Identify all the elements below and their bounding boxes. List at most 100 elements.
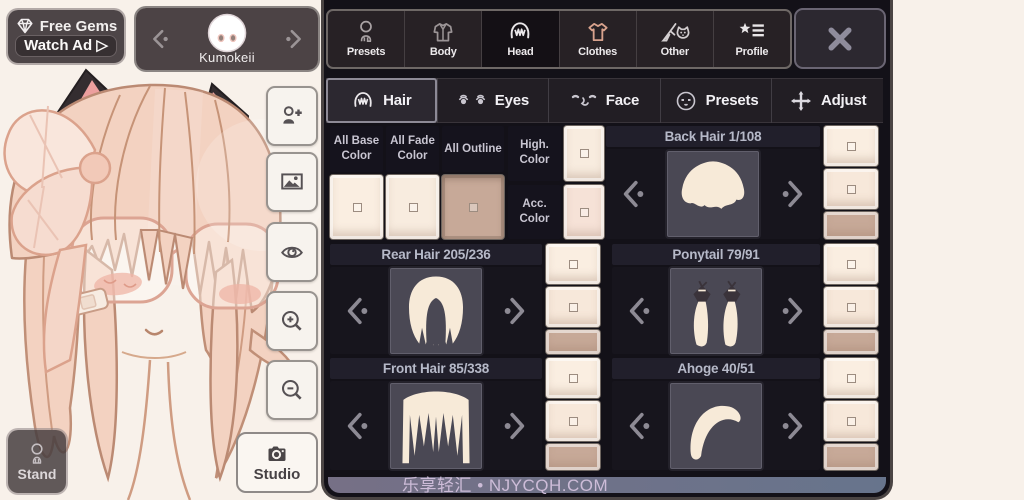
panel-inner: Presets Body Head xyxy=(324,0,890,497)
section-ahoge: Ahoge 40/51 xyxy=(612,358,878,470)
chevron-right-icon xyxy=(778,294,808,328)
prev-character-button[interactable] xyxy=(148,26,172,52)
outline-color-swatch[interactable] xyxy=(824,330,878,354)
item-thumbnail[interactable] xyxy=(667,151,759,237)
fade-color-swatch[interactable] xyxy=(824,401,878,441)
tab-profile[interactable]: Profile xyxy=(713,11,790,67)
outline-color-swatch[interactable] xyxy=(824,212,878,239)
avatar-face-icon xyxy=(207,13,247,53)
next-item-button[interactable] xyxy=(778,409,808,443)
prev-item-button[interactable] xyxy=(618,177,648,211)
tshirt-icon xyxy=(585,19,611,45)
prev-item-button[interactable] xyxy=(624,409,654,443)
item-thumbnail[interactable] xyxy=(670,383,762,469)
section-color-column xyxy=(824,358,878,470)
subtab-eyes[interactable]: Eyes xyxy=(437,78,549,123)
item-thumbnail[interactable] xyxy=(390,268,482,354)
app-root: Free Gems Watch Ad ▷ Kumokeii xyxy=(0,0,1024,500)
prev-item-button[interactable] xyxy=(342,294,372,328)
picker-label: Acc. Color xyxy=(508,185,561,240)
chevron-left-icon xyxy=(624,409,654,443)
ponytail-silhouette xyxy=(672,270,760,352)
free-gems-label: Free Gems xyxy=(40,18,118,35)
highlight-color-swatch[interactable] xyxy=(564,126,604,181)
free-gems-button[interactable]: Free Gems Watch Ad ▷ xyxy=(8,10,124,63)
next-item-button[interactable] xyxy=(778,294,808,328)
tab-clothes[interactable]: Clothes xyxy=(559,11,636,67)
zoom-in-icon xyxy=(279,308,305,334)
picker-label: All Base Color xyxy=(330,126,383,172)
person-icon xyxy=(353,19,379,45)
section-title: Ahoge 40/51 xyxy=(612,358,820,379)
subtab-hair[interactable]: Hair xyxy=(326,78,437,123)
subtab-face[interactable]: Face xyxy=(548,78,660,123)
item-thumbnail[interactable] xyxy=(390,383,482,469)
picker-label: High. Color xyxy=(508,126,561,181)
section-color-column xyxy=(824,126,878,239)
picker-label: All Outline xyxy=(442,126,504,172)
eye-icon xyxy=(279,239,305,265)
camera-icon xyxy=(264,443,290,465)
hair-icon xyxy=(351,89,375,113)
next-item-button[interactable] xyxy=(500,294,530,328)
section-color-column xyxy=(824,244,878,354)
chevron-left-icon xyxy=(624,294,654,328)
section-title: Back Hair 1/108 xyxy=(606,126,820,147)
base-color-swatch[interactable] xyxy=(546,244,600,284)
accessory-color-swatch[interactable] xyxy=(564,185,604,240)
tab-head[interactable]: Head xyxy=(481,11,558,67)
fade-color-swatch[interactable] xyxy=(824,169,878,209)
section-rear-hair: Rear Hair 205/236 xyxy=(330,244,600,354)
face-icon xyxy=(570,90,598,112)
prev-item-button[interactable] xyxy=(342,409,372,443)
outline-color-swatch[interactable] xyxy=(546,444,600,470)
star-list-icon xyxy=(738,19,766,45)
watermark-text: 乐享轻汇 • NJYCQH.COM xyxy=(402,471,608,496)
chevron-right-icon xyxy=(500,409,530,443)
section-color-column xyxy=(546,358,600,470)
section-color-column xyxy=(546,244,600,354)
background-image-button[interactable] xyxy=(266,152,318,212)
customization-panel: Presets Body Head xyxy=(321,0,893,500)
chevron-left-icon xyxy=(342,294,372,328)
add-character-button[interactable] xyxy=(266,86,318,146)
tab-body[interactable]: Body xyxy=(404,11,481,67)
subtab-adjust[interactable]: Adjust xyxy=(771,78,883,123)
studio-button[interactable]: Studio xyxy=(236,432,318,493)
back-hair-silhouette xyxy=(669,153,757,235)
prev-item-button[interactable] xyxy=(624,294,654,328)
tab-other[interactable]: Other xyxy=(636,11,713,67)
all-outline-color-swatch[interactable] xyxy=(442,175,504,239)
outline-color-swatch[interactable] xyxy=(824,444,878,470)
all-base-color-swatch[interactable] xyxy=(330,175,383,239)
fade-color-swatch[interactable] xyxy=(546,401,600,441)
all-fade-color-swatch[interactable] xyxy=(386,175,439,239)
subtab-presets[interactable]: Presets xyxy=(660,78,772,123)
close-button[interactable] xyxy=(794,8,886,69)
base-color-swatch[interactable] xyxy=(546,358,600,398)
section-ponytail: Ponytail 79/91 xyxy=(612,244,878,354)
chevron-right-icon xyxy=(778,409,808,443)
base-color-swatch[interactable] xyxy=(824,126,878,166)
next-item-button[interactable] xyxy=(500,409,530,443)
zoom-out-icon xyxy=(279,377,305,403)
item-thumbnail[interactable] xyxy=(670,268,762,354)
zoom-out-button[interactable] xyxy=(266,360,318,420)
base-color-swatch[interactable] xyxy=(824,244,878,284)
zoom-in-button[interactable] xyxy=(266,291,318,351)
fade-color-swatch[interactable] xyxy=(824,287,878,327)
jacket-icon xyxy=(430,19,456,45)
tab-presets[interactable]: Presets xyxy=(328,11,404,67)
character-name: Kumokeii xyxy=(199,50,255,65)
ahoge-silhouette xyxy=(672,385,760,467)
next-item-button[interactable] xyxy=(778,177,808,211)
next-character-button[interactable] xyxy=(282,26,306,52)
fade-color-swatch[interactable] xyxy=(546,287,600,327)
section-title: Front Hair 85/338 xyxy=(330,358,542,379)
base-color-swatch[interactable] xyxy=(824,358,878,398)
chevron-right-icon xyxy=(282,26,306,52)
visibility-button[interactable] xyxy=(266,222,318,282)
outline-color-swatch[interactable] xyxy=(546,330,600,354)
stand-button[interactable]: Stand xyxy=(8,430,66,493)
chevron-right-icon xyxy=(778,177,808,211)
